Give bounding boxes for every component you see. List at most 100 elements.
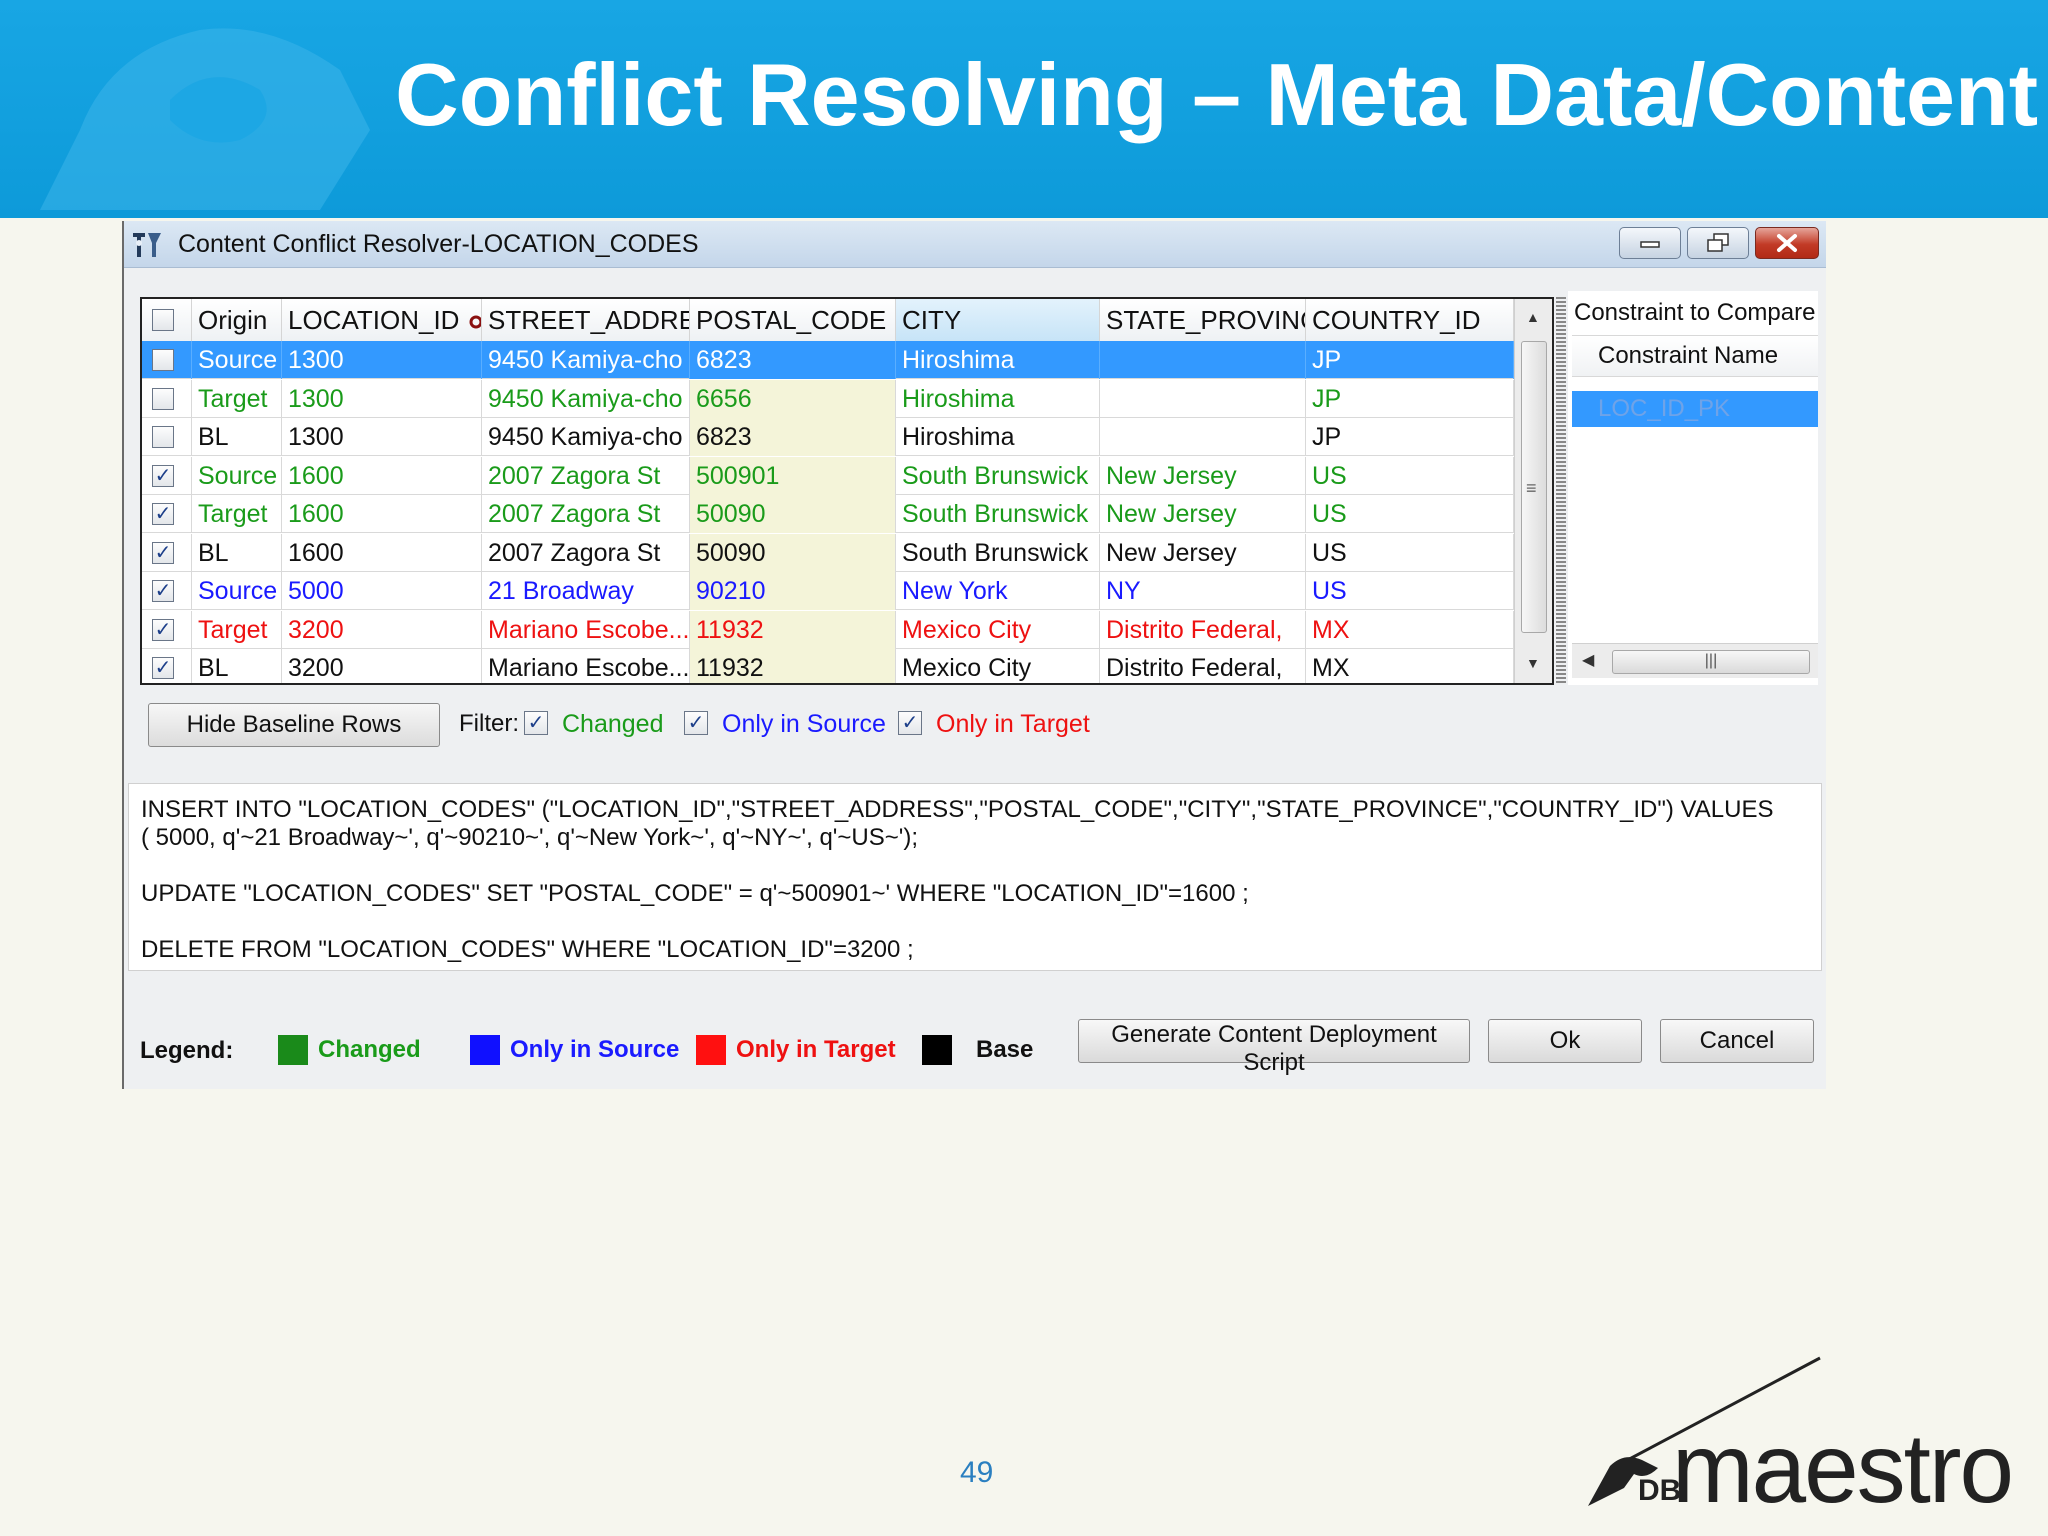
- cell-street-address[interactable]: 21 Broadway: [482, 572, 690, 610]
- constraint-name-header[interactable]: Constraint Name: [1572, 335, 1818, 377]
- ok-button[interactable]: Ok: [1488, 1019, 1642, 1063]
- cell-state-province[interactable]: NY: [1100, 572, 1306, 610]
- table-row[interactable]: Target 1300 9450 Kamiya-cho 6656 Hiroshima JP: [142, 379, 1514, 418]
- constraint-item[interactable]: LOC_ID_PK: [1572, 391, 1818, 427]
- cell-origin[interactable]: Source: [192, 456, 282, 495]
- cancel-button[interactable]: Cancel: [1660, 1019, 1814, 1063]
- cell-street-address[interactable]: 9450 Kamiya-cho: [482, 418, 690, 456]
- cell-street-address[interactable]: 2007 Zagora St: [482, 495, 690, 533]
- cell-location-id[interactable]: 3200: [282, 649, 482, 683]
- row-checkbox[interactable]: ✓: [152, 618, 174, 641]
- cell-country-id[interactable]: US: [1306, 572, 1514, 610]
- filter-only-in-target-label[interactable]: Only in Target: [936, 710, 1090, 739]
- scroll-up-icon[interactable]: ▲: [1526, 309, 1540, 325]
- cell-city[interactable]: South Brunswick: [896, 533, 1100, 572]
- column-header-state-province[interactable]: STATE_PROVINC: [1100, 299, 1306, 341]
- row-select-cell[interactable]: [142, 418, 192, 456]
- cell-postal-code[interactable]: 11932: [690, 610, 896, 649]
- cell-street-address[interactable]: Mariano Escobe...: [482, 610, 690, 649]
- cell-state-province[interactable]: New Jersey: [1100, 533, 1306, 572]
- constraint-horizontal-scrollbar[interactable]: ◀ |||: [1572, 643, 1818, 678]
- generate-content-deployment-script-button[interactable]: Generate Content Deployment Script: [1078, 1019, 1470, 1076]
- row-select-cell[interactable]: ✓: [142, 610, 192, 649]
- row-select-cell[interactable]: ✓: [142, 649, 192, 683]
- column-header-location-id[interactable]: LOCATION_ID: [282, 299, 482, 341]
- cell-location-id[interactable]: 1300: [282, 418, 482, 456]
- cell-postal-code[interactable]: 50090: [690, 533, 896, 572]
- cell-country-id[interactable]: US: [1306, 495, 1514, 533]
- cell-state-province[interactable]: Distrito Federal,: [1100, 649, 1306, 683]
- cell-origin[interactable]: Target: [192, 495, 282, 533]
- row-select-cell[interactable]: [142, 341, 192, 379]
- cell-location-id[interactable]: 1600: [282, 456, 482, 495]
- scroll-left-icon[interactable]: ◀: [1582, 650, 1594, 670]
- cell-location-id[interactable]: 1300: [282, 379, 482, 418]
- row-checkbox[interactable]: ✓: [152, 503, 174, 525]
- cell-origin[interactable]: BL: [192, 649, 282, 683]
- filter-changed-label[interactable]: Changed: [562, 710, 663, 739]
- column-header-street-address[interactable]: STREET_ADDRE: [482, 299, 690, 341]
- row-checkbox[interactable]: [152, 426, 174, 448]
- select-all-header[interactable]: [142, 299, 192, 341]
- select-all-checkbox[interactable]: [152, 309, 174, 331]
- column-header-postal-code[interactable]: POSTAL_CODE: [690, 299, 896, 341]
- scrollbar-thumb[interactable]: |||: [1612, 650, 1810, 674]
- cell-country-id[interactable]: JP: [1306, 341, 1514, 379]
- minimize-button[interactable]: [1619, 227, 1681, 259]
- cell-city[interactable]: Hiroshima: [896, 379, 1100, 418]
- row-checkbox[interactable]: ✓: [152, 464, 174, 487]
- table-row[interactable]: ✓ BL 1600 2007 Zagora St 50090 South Brunswic…: [142, 533, 1514, 572]
- column-header-country-id[interactable]: COUNTRY_ID: [1306, 299, 1514, 341]
- cell-origin[interactable]: Target: [192, 610, 282, 649]
- cell-street-address[interactable]: 9450 Kamiya-cho: [482, 341, 690, 379]
- cell-state-province[interactable]: [1100, 341, 1306, 379]
- cell-postal-code[interactable]: 50090: [690, 495, 896, 533]
- row-select-cell[interactable]: [142, 379, 192, 418]
- column-header-city[interactable]: CITY: [896, 299, 1100, 341]
- cell-location-id[interactable]: 1600: [282, 533, 482, 572]
- cell-postal-code[interactable]: 90210: [690, 572, 896, 610]
- cell-country-id[interactable]: US: [1306, 456, 1514, 495]
- hide-baseline-rows-button[interactable]: Hide Baseline Rows: [148, 703, 440, 747]
- cell-origin[interactable]: BL: [192, 418, 282, 456]
- cell-postal-code[interactable]: 11932: [690, 649, 896, 683]
- cell-postal-code[interactable]: 500901: [690, 456, 896, 495]
- cell-city[interactable]: Mexico City: [896, 649, 1100, 683]
- table-row[interactable]: ✓ Source 1600 2007 Zagora St 500901 South Bru…: [142, 456, 1514, 495]
- cell-origin[interactable]: Source: [192, 341, 282, 379]
- filter-changed-checkbox[interactable]: ✓: [524, 711, 548, 735]
- cell-city[interactable]: South Brunswick: [896, 495, 1100, 533]
- filter-only-in-target-checkbox[interactable]: ✓: [898, 711, 922, 735]
- cell-street-address[interactable]: Mariano Escobe...: [482, 649, 690, 683]
- scroll-down-icon[interactable]: ▼: [1526, 655, 1540, 671]
- cell-location-id[interactable]: 1600: [282, 495, 482, 533]
- cell-postal-code[interactable]: 6823: [690, 418, 896, 456]
- cell-street-address[interactable]: 2007 Zagora St: [482, 533, 690, 572]
- cell-street-address[interactable]: 9450 Kamiya-cho: [482, 379, 690, 418]
- cell-postal-code[interactable]: 6656: [690, 379, 896, 418]
- cell-origin[interactable]: BL: [192, 533, 282, 572]
- cell-location-id[interactable]: 1300: [282, 341, 482, 379]
- filter-only-in-source-label[interactable]: Only in Source: [722, 710, 886, 739]
- row-checkbox[interactable]: ✓: [152, 580, 174, 602]
- cell-city[interactable]: South Brunswick: [896, 456, 1100, 495]
- table-row[interactable]: ✓ BL 3200 Mariano Escobe... 11932 Mexico City…: [142, 649, 1514, 683]
- row-select-cell[interactable]: ✓: [142, 533, 192, 572]
- cell-location-id[interactable]: 5000: [282, 572, 482, 610]
- restore-button[interactable]: [1687, 227, 1749, 259]
- cell-state-province[interactable]: New Jersey: [1100, 495, 1306, 533]
- row-select-cell[interactable]: ✓: [142, 456, 192, 495]
- row-checkbox[interactable]: ✓: [152, 657, 174, 679]
- table-row[interactable]: ✓ Source 5000 21 Broadway 90210 New York NY US: [142, 572, 1514, 610]
- cell-city[interactable]: Mexico City: [896, 610, 1100, 649]
- cell-origin[interactable]: Target: [192, 379, 282, 418]
- filter-only-in-source-checkbox[interactable]: ✓: [684, 711, 708, 735]
- cell-location-id[interactable]: 3200: [282, 610, 482, 649]
- row-select-cell[interactable]: ✓: [142, 572, 192, 610]
- cell-state-province[interactable]: Distrito Federal,: [1100, 610, 1306, 649]
- window-titlebar[interactable]: Content Conflict Resolver-LOCATION_CODES: [124, 221, 1826, 268]
- table-row[interactable]: ✓ Target 1600 2007 Zagora St 50090 South Brun…: [142, 495, 1514, 533]
- panel-splitter[interactable]: [1556, 297, 1566, 685]
- deployment-script-box[interactable]: INSERT INTO "LOCATION_CODES" ("LOCATION_…: [128, 783, 1822, 971]
- row-checkbox[interactable]: [152, 387, 174, 410]
